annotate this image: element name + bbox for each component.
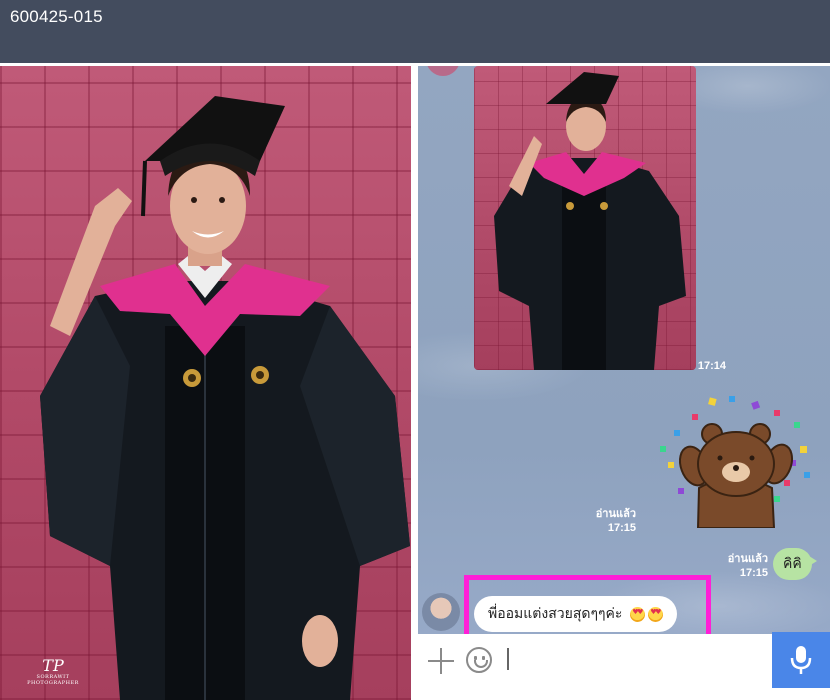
sent-read-receipt: อ่านแล้ว: [727, 553, 768, 565]
photographer-watermark: TP SORRAWIT PHOTOGRAPHER: [18, 656, 88, 687]
message-input[interactable]: [502, 644, 768, 678]
sticker-message-time: 17:15: [607, 522, 636, 534]
microphone-icon: [790, 646, 812, 674]
watermark-logo-icon: TP: [42, 656, 64, 675]
sent-text: คิคิ: [783, 556, 802, 572]
image-message[interactable]: [474, 66, 696, 370]
message-input-bar: [418, 632, 830, 700]
emoji-icon[interactable]: [466, 647, 492, 673]
sticker-read-receipt: อ่านแล้ว: [595, 508, 636, 520]
watermark-text: SORRAWIT PHOTOGRAPHER: [27, 674, 79, 686]
header-title: 600425-015: [10, 7, 103, 26]
plus-icon[interactable]: [428, 648, 454, 674]
top-header-bar: 600425-015: [0, 0, 830, 63]
text-cursor: [507, 648, 509, 670]
image-message-time: 17:14: [697, 360, 726, 372]
sent-text-bubble[interactable]: คิคิ: [773, 548, 817, 580]
graduation-photo: TP SORRAWIT PHOTOGRAPHER: [0, 66, 411, 700]
image-message-photo: [494, 72, 686, 370]
chat-panel[interactable]: 17:14 อ่านแล้ว 17:15 อ่านแล้ว 17:15 คิคิ…: [418, 66, 830, 700]
brown-bear-sticker[interactable]: [654, 388, 814, 528]
microphone-button[interactable]: [772, 632, 830, 688]
sender-avatar[interactable]: [422, 593, 460, 631]
graduate-figure: [40, 96, 410, 700]
sticker-message-meta: อ่านแล้ว 17:15: [568, 507, 636, 535]
